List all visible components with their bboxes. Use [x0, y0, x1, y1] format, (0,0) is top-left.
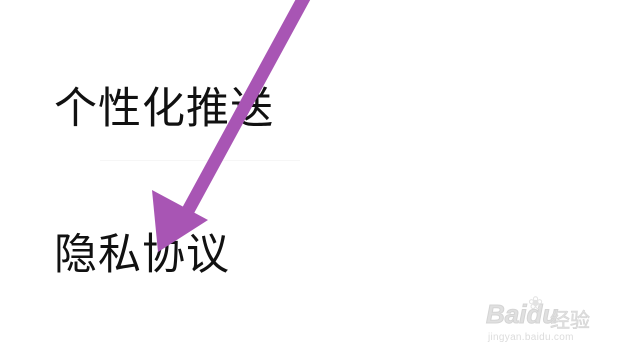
divider [100, 160, 300, 161]
paw-icon: ❀ [528, 293, 544, 313]
baidu-jingyan-watermark: Baidu ❀ 经验 jingyan.baidu.com [485, 293, 596, 347]
watermark-brand: 经验 [550, 308, 591, 333]
menu-item-label: 隐私协议 [54, 230, 230, 280]
watermark-url: jingyan.baidu.com [488, 332, 574, 343]
menu-item-privacy-agreement[interactable]: 隐私协议 [54, 234, 230, 277]
menu-item-label: 个性化推送 [54, 84, 274, 134]
menu-item-personalized-push[interactable]: 个性化推送 [54, 88, 274, 131]
watermark-logo: Baidu [485, 299, 559, 330]
